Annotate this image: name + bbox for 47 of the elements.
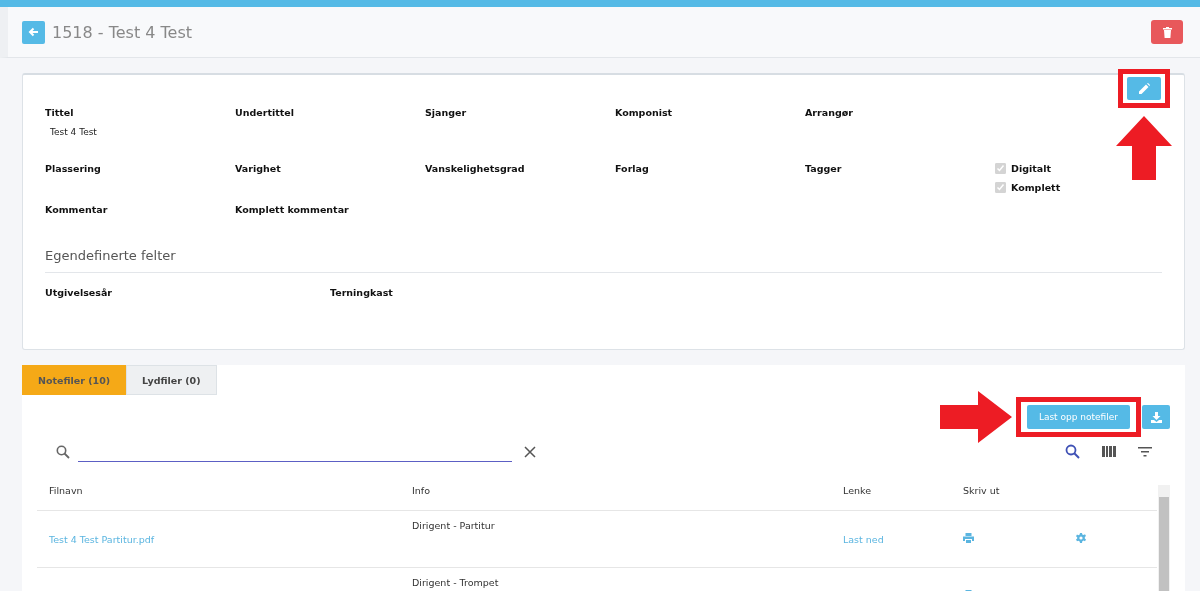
download-link[interactable]: Last ned xyxy=(843,533,884,545)
field-label: Terningkast xyxy=(330,287,394,298)
checkbox-label: Komplett xyxy=(1011,182,1061,193)
field-label: Forlag xyxy=(615,163,650,174)
back-button[interactable] xyxy=(22,20,45,44)
filter-icon[interactable] xyxy=(1138,446,1152,457)
field-label: Utgivelsesår xyxy=(45,287,114,298)
printer-icon[interactable] xyxy=(963,533,974,543)
search-icon[interactable] xyxy=(1065,444,1080,459)
field-label: Komplett kommentar xyxy=(235,204,350,215)
column-header: Lenke xyxy=(831,470,951,511)
checkbox-label: Digitalt xyxy=(1011,163,1051,174)
search-icon xyxy=(56,444,70,459)
page-title: 1518 - Test 4 Test xyxy=(52,22,193,42)
arrow-left-icon xyxy=(27,26,40,38)
field-label: Tagger xyxy=(805,163,843,174)
upload-button[interactable]: Last opp notefiler xyxy=(1026,405,1130,429)
field-label: Plassering xyxy=(45,163,102,174)
table-cell: Dirigent - Trompet xyxy=(412,577,499,588)
scrollbar[interactable] xyxy=(1158,485,1170,591)
annotation-arrow xyxy=(1116,116,1172,180)
column-header: Filnavn xyxy=(37,470,400,511)
field-label: Vanskelighetsgrad xyxy=(425,163,526,174)
tab[interactable]: Notefiler (10) xyxy=(22,365,127,395)
field-label: Sjanger xyxy=(425,107,468,118)
edit-button[interactable] xyxy=(1127,77,1161,100)
columns-icon[interactable] xyxy=(1102,446,1116,457)
field-value: Test 4 Test xyxy=(49,127,98,137)
section-heading: Egendefinerte felter xyxy=(45,248,1162,273)
pencil-icon xyxy=(1138,83,1150,94)
field-label: Komponist xyxy=(615,107,674,118)
field-label: Undertittel xyxy=(235,107,295,118)
column-header: Info xyxy=(400,470,831,511)
field-label: Varighet xyxy=(235,163,282,174)
file-link[interactable]: Test 4 Test Partitur.pdf xyxy=(49,533,155,545)
tab[interactable]: Lydfiler (0) xyxy=(126,365,217,395)
close-icon[interactable] xyxy=(524,445,536,458)
field-label: Kommentar xyxy=(45,204,109,215)
trash-icon xyxy=(1162,26,1172,38)
column-header: Skriv ut xyxy=(951,470,1064,511)
delete-button[interactable] xyxy=(1151,20,1183,44)
table-cell: Dirigent - Partitur xyxy=(412,520,495,531)
download-button[interactable] xyxy=(1142,405,1170,429)
field-label: Tittel xyxy=(45,107,75,118)
download-icon xyxy=(1150,411,1162,423)
field-label: Arrangør xyxy=(805,107,854,118)
gear-icon[interactable] xyxy=(1076,533,1086,543)
